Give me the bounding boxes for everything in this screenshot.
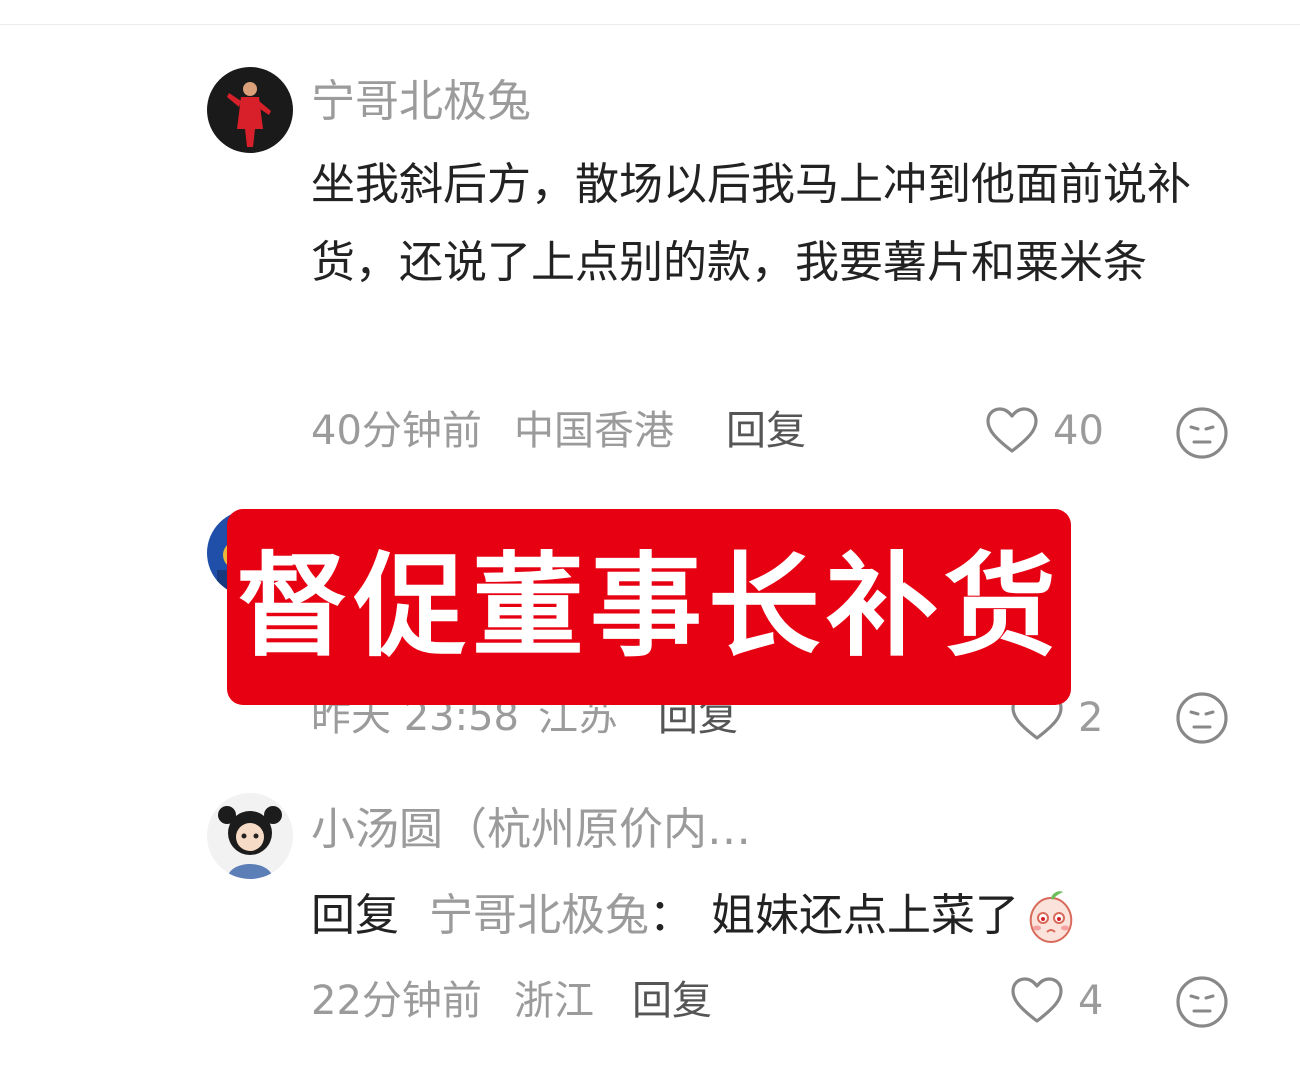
reply-target-username[interactable]: 宁哥北极兔 — [429, 888, 649, 944]
heart-outline-icon — [986, 407, 1038, 453]
avatar-image — [207, 67, 293, 153]
reply-separator: ： — [649, 890, 693, 941]
like-count: 40 — [1053, 408, 1104, 454]
comment-username[interactable]: 宁哥北极兔 — [311, 80, 531, 124]
comment-text: 姐妹还点上菜了 — [711, 890, 1019, 941]
avatar[interactable] — [207, 793, 293, 879]
peach-shy-emoji-icon — [1023, 888, 1079, 944]
like-button[interactable]: 40 — [985, 403, 1104, 459]
banner-text: 督促董事长补货 — [236, 542, 1062, 672]
comment-location: 中国香港 — [514, 408, 674, 454]
top-divider — [0, 24, 1300, 25]
neutral-face-icon — [1176, 976, 1228, 1028]
comment-text: 坐我斜后方，散场以后我马上冲到他面前说补货，还说了上点别的款，我要薯片和粟米条 — [311, 159, 1191, 288]
neutral-face-icon — [1176, 692, 1228, 744]
reply-prefix: 回复 — [311, 890, 399, 941]
avatar-image — [207, 793, 293, 879]
neutral-face-icon — [1176, 407, 1228, 459]
avatar[interactable] — [207, 67, 293, 153]
dislike-button[interactable] — [1174, 405, 1230, 461]
comment-location: 浙江 — [514, 978, 594, 1024]
like-button[interactable]: 4 — [1010, 973, 1103, 1029]
comment-time: 22分钟前 — [311, 978, 482, 1024]
dislike-button[interactable] — [1174, 690, 1230, 746]
comment-time: 40分钟前 — [311, 408, 482, 454]
heart-outline-icon — [1011, 977, 1063, 1023]
comment-username[interactable]: 小汤圆（杭州原价内… — [311, 808, 751, 852]
reply-content: 回复 宁哥北极兔 ： 姐妹还点上菜了 — [311, 888, 1079, 944]
like-count: 4 — [1078, 978, 1104, 1024]
reply-button[interactable]: 回复 — [726, 411, 806, 451]
reply-button[interactable]: 回复 — [632, 981, 712, 1021]
overlay-banner: 督促董事长补货 — [227, 509, 1071, 705]
like-count: 2 — [1078, 695, 1104, 741]
dislike-button[interactable] — [1174, 974, 1230, 1030]
